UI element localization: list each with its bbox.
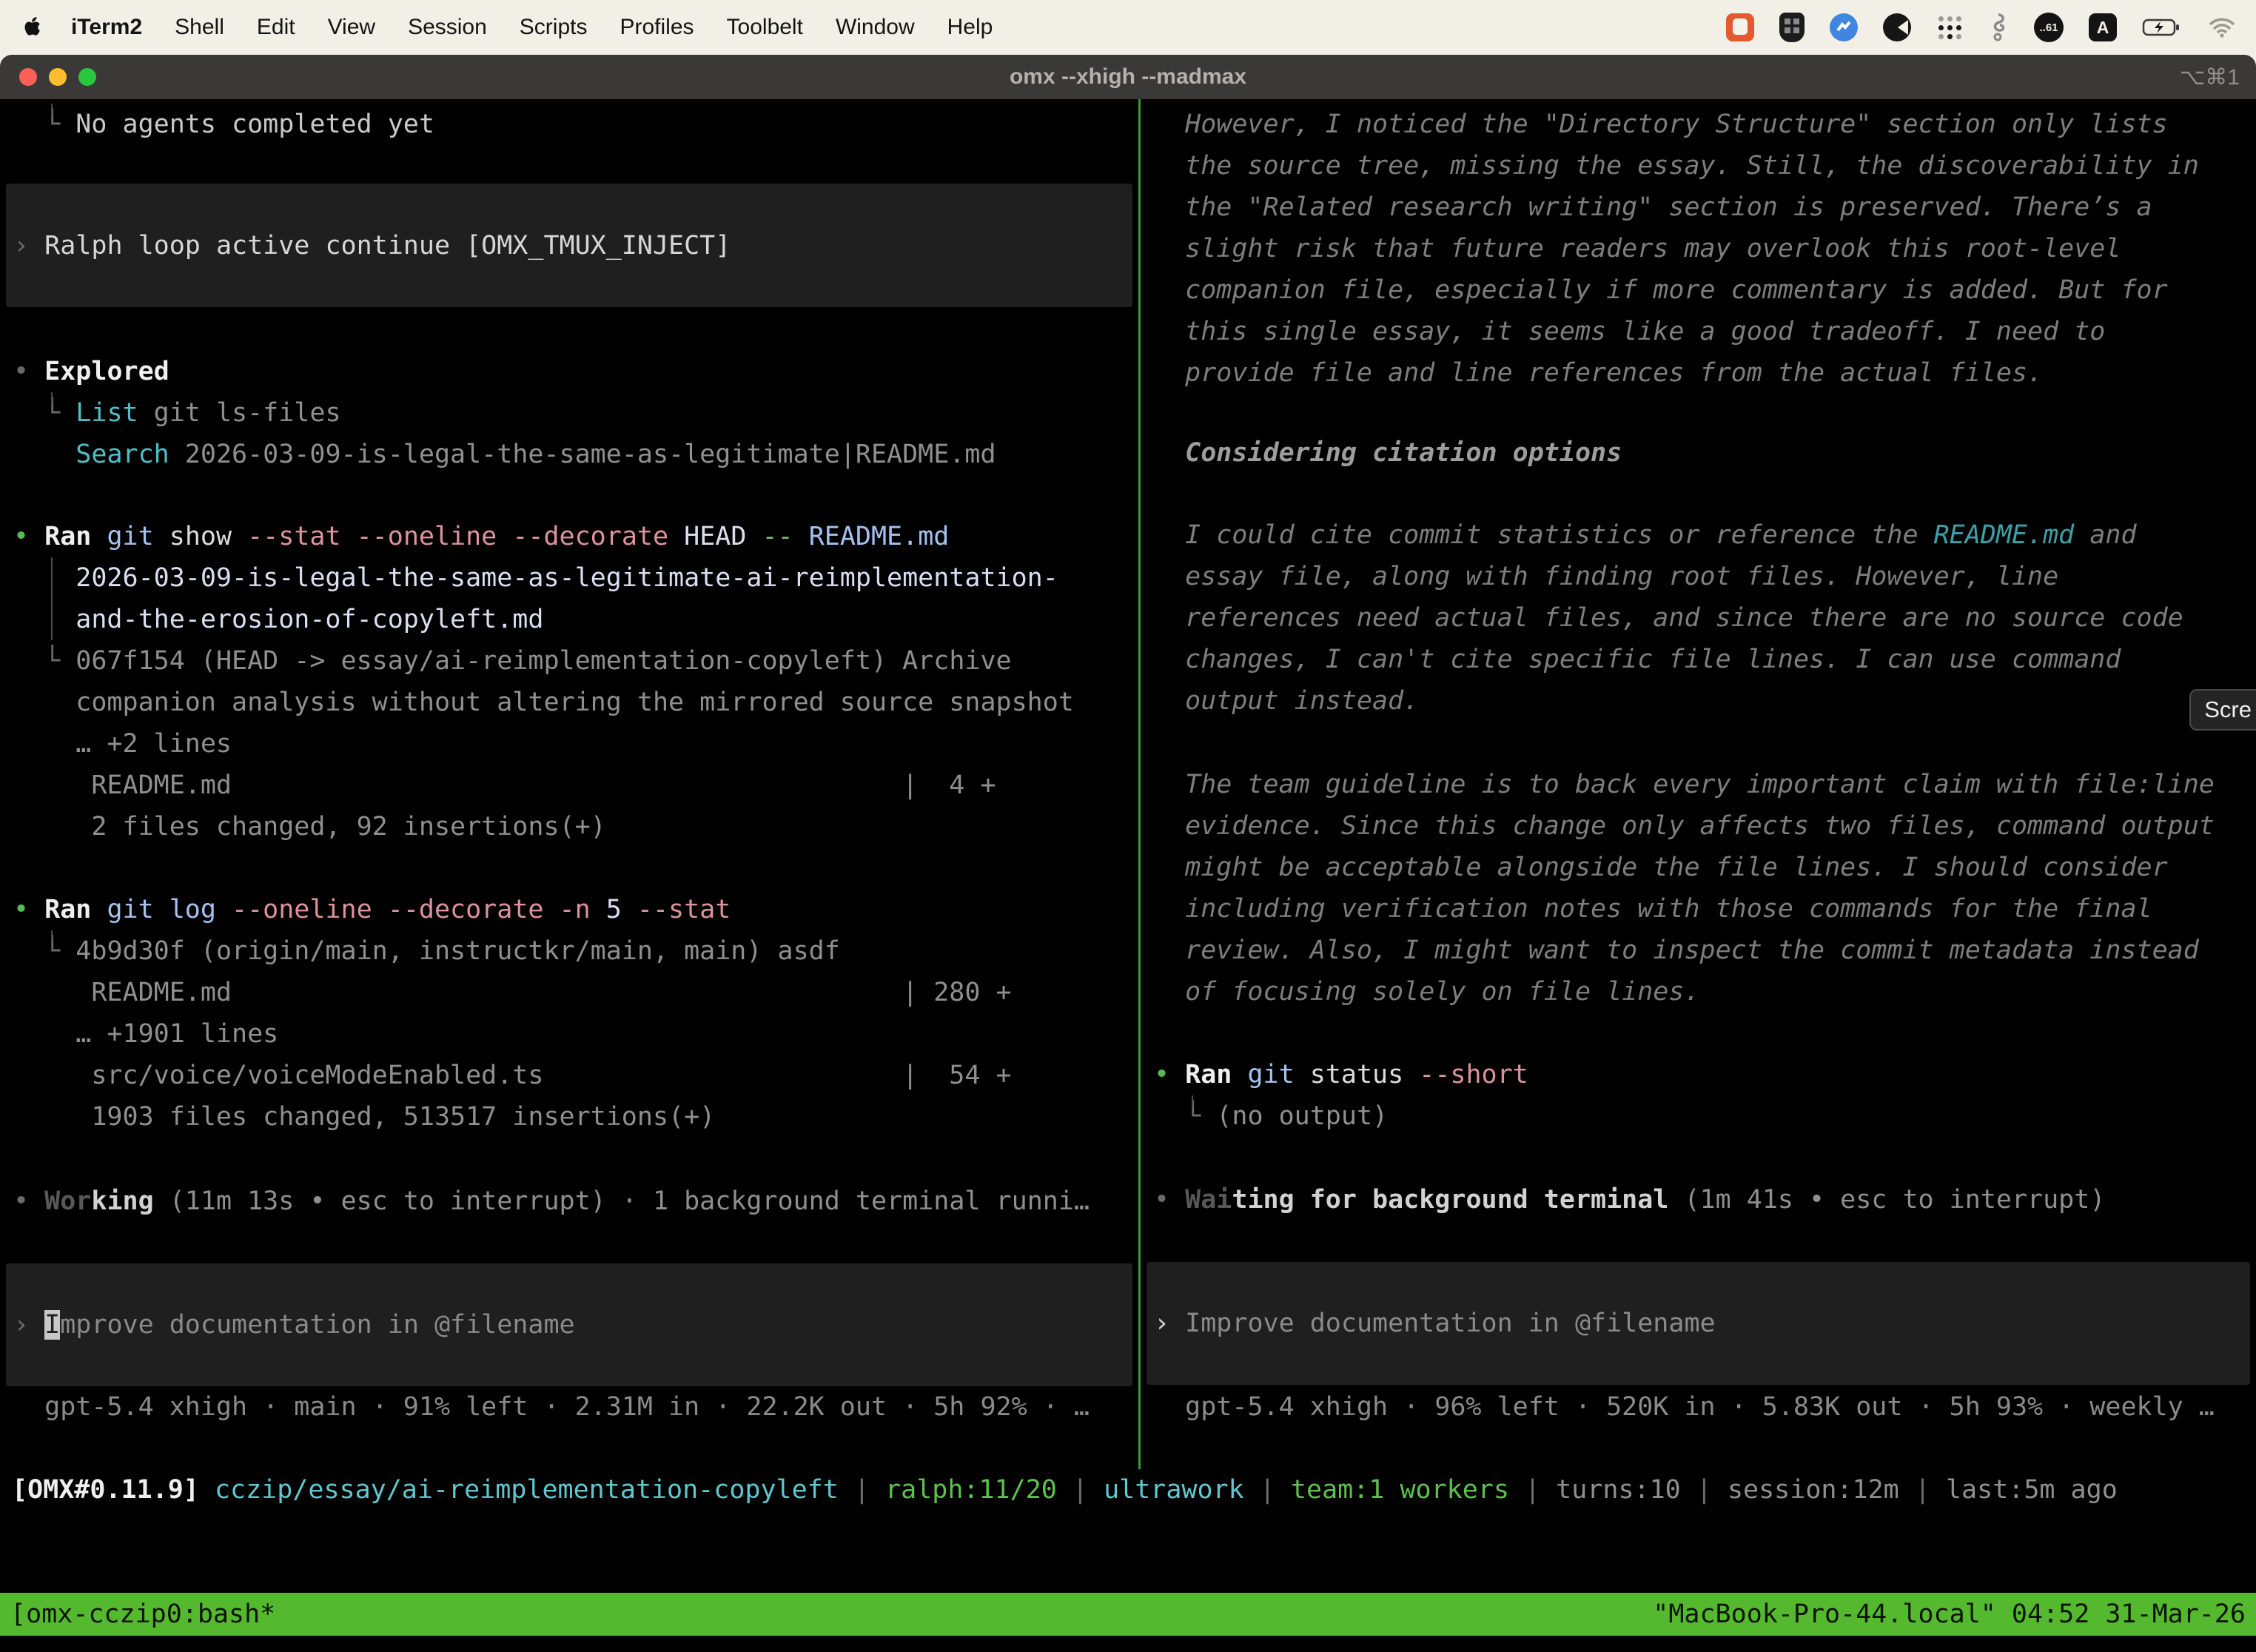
- close-button[interactable]: [19, 68, 37, 86]
- menu-item-profiles[interactable]: Profiles: [620, 15, 694, 40]
- terminal-line: of focusing solely on file lines.: [1141, 971, 2256, 1013]
- menu-item-edit[interactable]: Edit: [257, 15, 295, 40]
- terminal-line: might be acceptable alongside the file l…: [1141, 847, 2256, 888]
- tmux-host-clock: "MacBook-Pro-44.local" 04:52 31-Mar-26: [1653, 1599, 2246, 1629]
- terminal-line: The team guideline is to back every impo…: [1141, 764, 2256, 805]
- terminal-line: companion file, especially if more comme…: [1141, 269, 2256, 311]
- terminal-line: 2 files changed, 92 insertions(+): [0, 806, 1138, 847]
- apple-menu-icon[interactable]: [22, 16, 41, 38]
- terminal-line: review. Also, I might want to inspect th…: [1141, 930, 2256, 971]
- menu-item-help[interactable]: Help: [947, 15, 993, 40]
- prompt-input[interactable]: › Improve documentation in @filename: [1147, 1262, 2250, 1385]
- terminal-line: • Explored: [0, 351, 1138, 392]
- terminal-line: including verification notes with those …: [1141, 888, 2256, 930]
- menu-item-session[interactable]: Session: [408, 15, 487, 40]
- window-titlebar[interactable]: omx --xhigh --madmax ⌥⌘1: [0, 55, 2256, 99]
- macos-menu-bar: iTerm2 Shell Edit View Session Scripts Profile…: [0, 0, 2256, 55]
- tmux-status-bar: [omx-cczip0:bash* "MacBook-Pro-44.local"…: [0, 1593, 2256, 1636]
- pane-right: However, I noticed the "Directory Struct…: [1141, 99, 2256, 1469]
- model-status-line: gpt-5.4 xhigh · main · 91% left · 2.31M …: [0, 1386, 1138, 1428]
- messenger-app-icon[interactable]: [1830, 13, 1858, 41]
- terminal-line: └ No agents completed yet: [0, 104, 1138, 145]
- terminal-line: evidence. Since this change only affects…: [1141, 805, 2256, 847]
- menu-items: iTerm2 Shell Edit View Session Scripts Profile…: [71, 15, 993, 40]
- terminal-line: companion analysis without altering the …: [0, 682, 1138, 723]
- terminal-line: changes, I can't cite specific file line…: [1141, 639, 2256, 680]
- battery-icon[interactable]: [2142, 17, 2183, 38]
- model-status-line: gpt-5.4 xhigh · 96% left · 520K in · 5.8…: [1141, 1386, 2256, 1428]
- input-source-a-icon[interactable]: A: [2089, 13, 2117, 41]
- battery-percent-badge[interactable]: ..61: [2034, 13, 2064, 42]
- menu-bar-extras: ..61 A: [1726, 13, 2235, 42]
- window-titlebar-wrap: omx --xhigh --madmax ⌥⌘1: [0, 55, 2256, 99]
- terminal-line: 2026-03-09-is-legal-the-same-as-legitima…: [0, 557, 1138, 599]
- screen-overlay-button[interactable]: Scre: [2189, 689, 2256, 731]
- menu-item-window[interactable]: Window: [836, 15, 915, 40]
- terminal-line: README.md | 280 +: [0, 972, 1138, 1013]
- terminal-line: • Waiting for background terminal (1m 41…: [1141, 1179, 2256, 1220]
- terminal-line: I could cite commit statistics or refere…: [1141, 514, 2256, 556]
- filler-strip: [0, 1511, 2256, 1593]
- menu-item-toolbelt[interactable]: Toolbelt: [727, 15, 803, 40]
- terminal-line: • Working (11m 13s • esc to interrupt) ·…: [0, 1181, 1138, 1222]
- terminal-line: and-the-erosion-of-copyleft.md: [0, 599, 1138, 640]
- shield-app-icon[interactable]: [1779, 13, 1805, 42]
- terminal-line: slight risk that future readers may over…: [1141, 228, 2256, 269]
- chat-app-icon[interactable]: [1726, 13, 1754, 41]
- window-shortcut-badge: ⌥⌘1: [2180, 64, 2240, 90]
- terminal-line: … +1901 lines: [0, 1013, 1138, 1055]
- omx-status-line: [OMX#0.11.9] cczip/essay/ai-reimplementa…: [0, 1469, 2256, 1511]
- menu-item-view[interactable]: View: [328, 15, 375, 40]
- terminal-line: the "Related research writing" section i…: [1141, 187, 2256, 228]
- menu-item-shell[interactable]: Shell: [175, 15, 224, 40]
- terminal-line: README.md | 4 +: [0, 765, 1138, 806]
- traffic-lights: [19, 68, 96, 86]
- window-title: omx --xhigh --madmax: [1010, 64, 1246, 90]
- loom-app-icon[interactable]: [1883, 13, 1911, 41]
- terminal-line: └ 4b9d30f (origin/main, instructkr/main,…: [0, 930, 1138, 972]
- minimize-button[interactable]: [49, 68, 67, 86]
- terminal-line: … +2 lines: [0, 723, 1138, 765]
- terminal-line: Search 2026-03-09-is-legal-the-same-as-l…: [0, 434, 1138, 475]
- ralph-loop-banner: › Ralph loop active continue [OMX_TMUX_I…: [6, 184, 1132, 307]
- terminal-line: However, I noticed the "Directory Struct…: [1141, 104, 2256, 145]
- omx-status-row: [OMX#0.11.9] cczip/essay/ai-reimplementa…: [0, 1469, 2256, 1511]
- terminal-line: essay file, along with finding root file…: [1141, 556, 2256, 597]
- menu-item-iterm2[interactable]: iTerm2: [71, 15, 142, 40]
- terminal-line: this single essay, it seems like a good …: [1141, 311, 2256, 352]
- bottom-strip: [0, 1636, 2256, 1652]
- terminal-line: • Ran git show --stat --oneline --decora…: [0, 516, 1138, 557]
- menu-item-scripts[interactable]: Scripts: [520, 15, 588, 40]
- pane-left-lines: └ No agents completed yet › Ralph loop ac…: [0, 104, 1138, 1428]
- reasoning-heading: Considering citation options: [1141, 432, 2256, 474]
- zoom-button[interactable]: [78, 68, 96, 86]
- terminal-line: └ (no output): [1141, 1095, 2256, 1137]
- tmux-session-label: [omx-cczip0:bash*: [10, 1599, 275, 1629]
- pane-left: └ No agents completed yet › Ralph loop ac…: [0, 99, 1138, 1469]
- terminal-line: 1903 files changed, 513517 insertions(+): [0, 1096, 1138, 1138]
- terminal-line: references need actual files, and since …: [1141, 597, 2256, 639]
- wifi-icon[interactable]: [2209, 17, 2235, 38]
- hook-app-icon[interactable]: [1988, 13, 2009, 42]
- terminal-line: provide file and line references from th…: [1141, 352, 2256, 394]
- terminal-line: • Ran git status --short: [1141, 1054, 2256, 1095]
- terminal-line: the source tree, missing the essay. Stil…: [1141, 145, 2256, 187]
- terminal-line: └ 067f154 (HEAD -> essay/ai-reimplementa…: [0, 640, 1138, 682]
- terminal-content: └ No agents completed yet › Ralph loop ac…: [0, 99, 2256, 1469]
- terminal-line: output instead.: [1141, 680, 2256, 722]
- terminal-line: • Ran git log --oneline --decorate -n 5 …: [0, 889, 1138, 930]
- terminal-line: src/voice/voiceModeEnabled.ts | 54 +: [0, 1055, 1138, 1096]
- dots-grid-icon[interactable]: [1936, 14, 1963, 41]
- terminal-line: └ List git ls-files: [0, 392, 1138, 434]
- prompt-input[interactable]: › Improve documentation in @filename: [6, 1263, 1132, 1386]
- pane-right-lines: However, I noticed the "Directory Struct…: [1141, 104, 2256, 1428]
